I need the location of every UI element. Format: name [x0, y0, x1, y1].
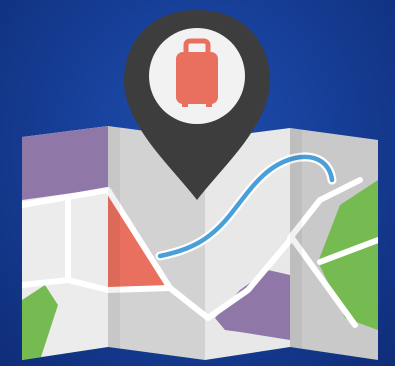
travel-map-illustration: [0, 0, 395, 366]
fold-shadow: [108, 126, 120, 360]
map-graphic: [22, 10, 378, 360]
fold-shadow: [290, 126, 302, 360]
map-area-purple-top: [22, 126, 108, 200]
